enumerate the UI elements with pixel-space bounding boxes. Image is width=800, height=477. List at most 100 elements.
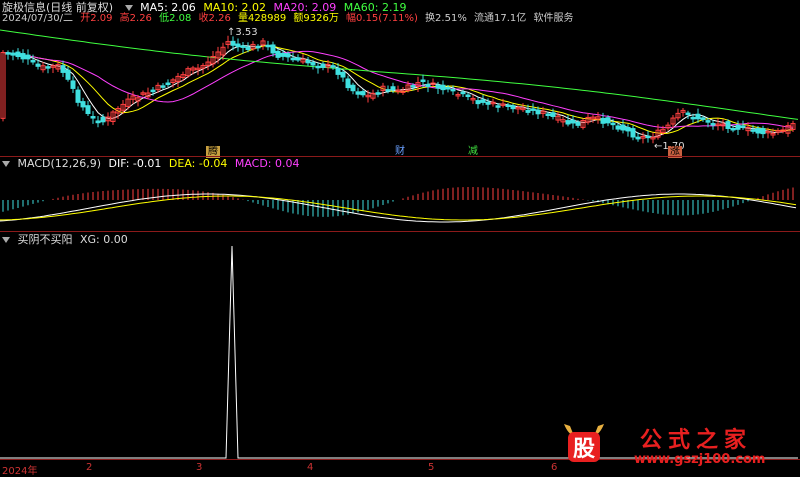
candle-body	[320, 63, 326, 68]
candle-body	[740, 125, 746, 128]
candle-body	[695, 113, 701, 120]
watermark-url: www.gszj100.com	[634, 452, 766, 467]
candle-body	[10, 52, 16, 56]
macd-title[interactable]: MACD(12,26,9)	[18, 157, 102, 170]
candle-body	[5, 52, 11, 55]
candle-body	[755, 128, 761, 134]
candle-body	[530, 108, 536, 111]
candle-body	[605, 117, 611, 124]
candle-body	[645, 135, 651, 139]
candle-body	[280, 53, 286, 57]
indicator-xg: XG: 0.00	[80, 233, 128, 246]
indicator-title[interactable]: 买阴不买阳	[18, 233, 73, 246]
candle-body	[445, 87, 451, 90]
candle-body	[315, 65, 321, 69]
panel-divider	[0, 231, 800, 232]
candle-body	[335, 67, 341, 75]
candle-body	[245, 46, 251, 51]
candle-body	[465, 94, 471, 98]
candle-body	[760, 128, 766, 135]
candle-body	[545, 113, 551, 116]
candle-body	[535, 109, 541, 115]
dropdown-icon[interactable]	[2, 161, 10, 167]
candle-body	[450, 88, 456, 92]
dea-line	[0, 195, 797, 221]
candle-body	[570, 119, 576, 124]
macd-dea: DEA: -0.04	[168, 157, 228, 170]
candle-body	[85, 105, 91, 115]
candle-body	[610, 122, 616, 126]
candle-body	[310, 62, 316, 66]
candle-body	[480, 99, 486, 103]
macd-panel	[0, 186, 797, 223]
candle-body	[265, 44, 271, 48]
x-tick: 5	[428, 462, 435, 473]
candle-body	[475, 100, 481, 105]
candle-body	[565, 120, 571, 125]
candle-body	[510, 105, 516, 110]
ma-line	[0, 29, 799, 120]
candle-body	[420, 79, 426, 83]
macd-header: MACD(12,26,9) DIF: -0.01 DEA: -0.04 MACD…	[2, 157, 304, 171]
candle-body	[730, 128, 736, 131]
candle-body	[485, 101, 491, 105]
candle-body	[615, 125, 621, 130]
dif-line	[0, 193, 797, 223]
x-tick: 2	[86, 462, 93, 473]
candle-body	[25, 54, 31, 60]
candle-body	[440, 84, 446, 91]
candle-body	[385, 89, 391, 92]
candle-body	[20, 53, 26, 60]
candle-body	[65, 69, 71, 80]
candle-body	[160, 85, 166, 88]
candle-body	[525, 109, 531, 113]
candle-body	[700, 117, 706, 120]
candle-body	[735, 124, 741, 130]
high-annotation: ↑3.53	[227, 27, 258, 38]
candle-body	[95, 120, 101, 124]
candle-body	[690, 116, 696, 120]
candle-body	[90, 116, 96, 119]
candle-body	[285, 53, 291, 58]
candle-body	[290, 57, 296, 61]
candle-body	[505, 104, 511, 108]
candle-body	[270, 44, 276, 54]
candle-body	[725, 121, 731, 129]
ma-lines	[0, 29, 799, 138]
candle-body	[550, 112, 556, 117]
macd-value: MACD: 0.04	[234, 157, 300, 170]
candle-body	[35, 63, 41, 67]
candle-body	[60, 65, 66, 73]
candle-body	[750, 129, 756, 132]
candle-body	[460, 91, 466, 95]
candle-body	[375, 92, 381, 95]
candle-body	[275, 50, 281, 58]
x-tick: 4	[307, 462, 314, 473]
candle-body	[390, 86, 396, 91]
candle-body	[15, 51, 21, 58]
candle-body	[495, 105, 501, 108]
candle-body	[575, 121, 581, 126]
candle-body	[100, 116, 106, 123]
candle-body	[235, 43, 241, 48]
watermark-logo-icon: 股	[564, 424, 604, 462]
candle-body	[355, 91, 361, 95]
candle-body	[150, 89, 156, 93]
candle-body	[360, 91, 366, 96]
candle-body	[685, 112, 691, 116]
candle-body	[600, 117, 606, 124]
candle-body	[45, 66, 51, 69]
indicator-header: 买阴不买阳 XG: 0.00	[2, 233, 132, 247]
candle-body	[340, 71, 346, 78]
candle-body	[710, 123, 716, 126]
candle-body	[705, 120, 711, 123]
candle-body	[630, 128, 636, 138]
candle-body	[345, 78, 351, 89]
dropdown-icon[interactable]	[2, 237, 10, 243]
candle-body	[30, 59, 36, 63]
candle-body	[350, 84, 356, 92]
candle-body	[425, 83, 431, 87]
candle-body	[295, 57, 301, 61]
candle-body	[330, 65, 336, 68]
candle-body	[435, 84, 441, 89]
